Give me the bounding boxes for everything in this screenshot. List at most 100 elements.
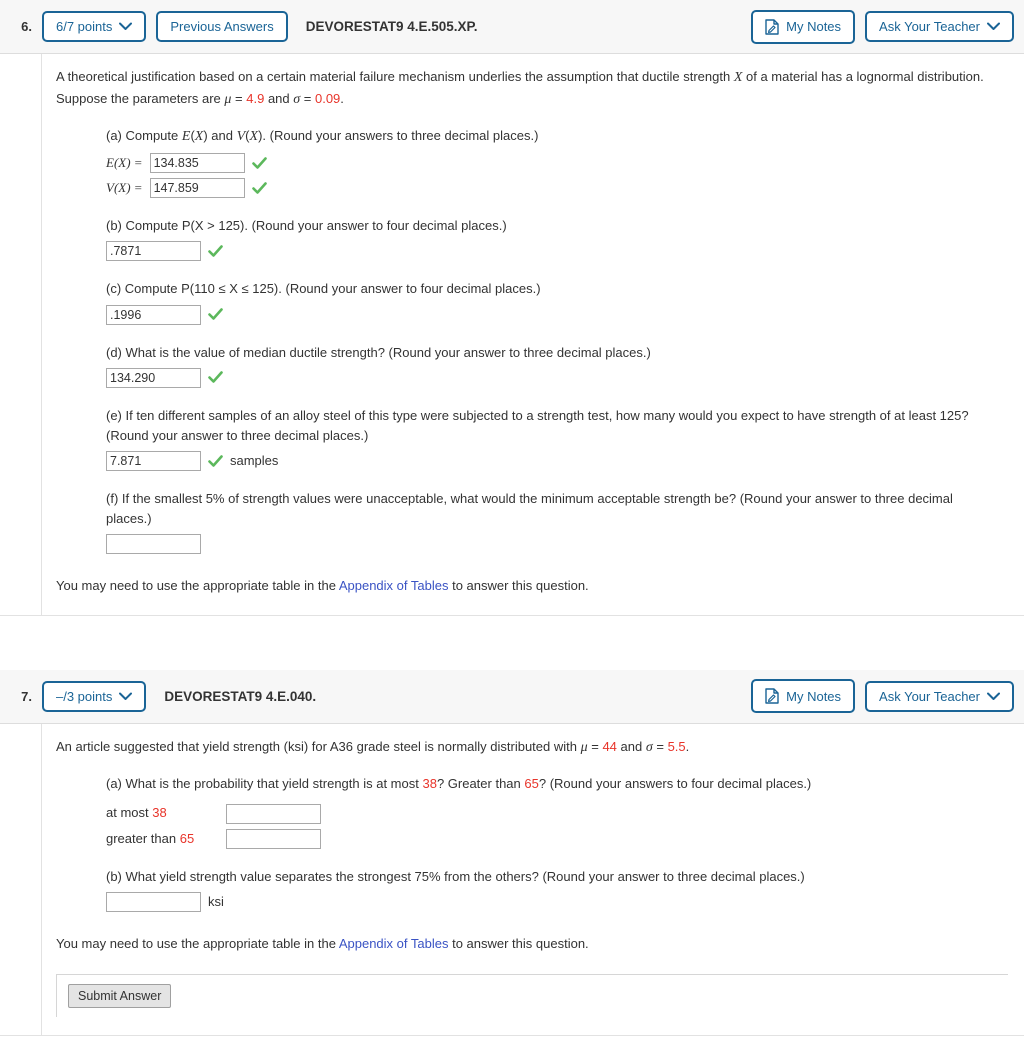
stem7-eq1: =: [587, 738, 603, 754]
part-f-input[interactable]: [106, 534, 201, 555]
question-7-gutter: [0, 723, 42, 1036]
part7-a-prompt-3: ? (Round your answers to four decimal pl…: [538, 776, 812, 792]
part-b-input[interactable]: [106, 241, 201, 262]
ask-your-teacher-button-6[interactable]: Ask Your Teacher: [865, 11, 1014, 42]
chevron-down-icon: [987, 692, 1000, 701]
question-6-content: A theoretical justification based on a c…: [42, 54, 1024, 615]
chevron-down-icon: [987, 22, 1000, 31]
question-6-stem: A theoretical justification based on a c…: [56, 67, 1008, 110]
check-mark-icon: [208, 454, 223, 469]
appendix-of-tables-link-7[interactable]: Appendix of Tables: [339, 936, 449, 951]
appendix-of-tables-link-6[interactable]: Appendix of Tables: [339, 578, 449, 593]
question-6-code: DEVORESTAT9 4.E.505.XP.: [305, 19, 478, 34]
part7-a-v65: 65: [524, 776, 539, 792]
part7-a-atmost-input[interactable]: [226, 803, 321, 824]
part7-a-row1-label: at most 38: [106, 803, 226, 823]
part-a-vx-input[interactable]: [149, 178, 245, 199]
question-6-part-f: (f) If the smallest 5% of strength value…: [106, 489, 988, 555]
points-dropdown-6[interactable]: 6/7 points: [42, 11, 147, 42]
question-7-part-a: (a) What is the probability that yield s…: [106, 774, 1008, 849]
part-e-unit: samples: [230, 453, 279, 469]
assignment-page: 6. 6/7 points Previous Answers DEVORESTA…: [0, 0, 1024, 1052]
stem7-text-1: An article suggested that yield strength…: [56, 738, 581, 754]
check-mark-icon: [208, 307, 223, 322]
part-c-prompt: (c) Compute P(110 ≤ X ≤ 125). (Round you…: [106, 281, 541, 297]
part-b-prompt: (b) Compute P(X > 125). (Round your answ…: [106, 218, 507, 234]
question-6-number: 6.: [21, 19, 32, 34]
part7-a-greaterthan-input[interactable]: [226, 828, 321, 849]
my-notes-label-6: My Notes: [786, 19, 842, 34]
part-f-prompt: (f) If the smallest 5% of strength value…: [106, 491, 953, 527]
points-label-7: –/3 points: [56, 688, 113, 704]
stem7-eq2: =: [652, 738, 668, 754]
question-7-table-note: You may need to use the appropriate tabl…: [56, 934, 1008, 954]
part-e-input[interactable]: [106, 451, 201, 472]
part-a-px4: ). (Round your answers to three decimal …: [258, 128, 539, 144]
stem-eq1: =: [231, 90, 247, 106]
question-7-header: 7. –/3 points DEVORESTAT9 4.E.040. My No…: [0, 669, 1024, 724]
ask-teacher-label-7: Ask Your Teacher: [879, 688, 980, 704]
my-notes-label-7: My Notes: [786, 688, 842, 704]
stem-and: and: [264, 90, 294, 106]
part-a-ex-label: E(X) =: [106, 155, 143, 171]
question-6-table-note: You may need to use the appropriate tabl…: [56, 576, 1008, 596]
part-b-row: [106, 241, 1008, 262]
stem7-period: .: [685, 738, 690, 754]
part-a-vx-label: V(X) =: [106, 180, 143, 196]
part7-a-row2-num: 65: [179, 830, 195, 846]
stem-mu-value: 4.9: [246, 90, 265, 106]
part7-a-row1-num: 38: [152, 805, 167, 821]
stem7-and: and: [616, 738, 646, 754]
check-mark-icon: [208, 370, 223, 385]
my-notes-button-7[interactable]: My Notes: [751, 679, 856, 714]
part-a-ex-input[interactable]: [149, 153, 245, 174]
part-a-vx: V: [236, 129, 246, 145]
part-c-input[interactable]: [106, 304, 201, 325]
question-7-part-b: (b) What yield strength value separates …: [106, 867, 1008, 912]
part7-a-row2-label: greater than 65: [106, 829, 226, 849]
part7-b-input[interactable]: [106, 891, 201, 912]
chevron-down-icon: [119, 22, 133, 31]
submit-answer-button[interactable]: Submit Answer: [68, 984, 172, 1009]
part-a-prompt-1: (a) Compute: [106, 128, 182, 144]
part7-a-prompt-2: ? Greater than: [436, 776, 525, 792]
submit-panel-wrap: Submit Answer: [56, 954, 1008, 1018]
ask-teacher-label-6: Ask Your Teacher: [879, 19, 980, 34]
part7-b-prompt: (b) What yield strength value separates …: [106, 868, 805, 884]
part7-b-row: ksi: [106, 891, 1008, 912]
points-label-6: 6/7 points: [56, 19, 113, 34]
note-before: You may need to use the appropriate tabl…: [56, 578, 339, 594]
card-separator-gap: [0, 615, 1024, 670]
ask-your-teacher-button-7[interactable]: Ask Your Teacher: [865, 680, 1014, 712]
part-d-row: [106, 367, 1008, 388]
my-notes-button-6[interactable]: My Notes: [751, 9, 856, 44]
check-mark-icon: [251, 181, 267, 196]
stem7-sigma-value: 5.5: [667, 738, 686, 754]
question-6-header: 6. 6/7 points Previous Answers DEVORESTA…: [0, 0, 1024, 54]
question-6-part-d: (d) What is the value of median ductile …: [106, 343, 1008, 388]
check-mark-icon: [251, 156, 267, 171]
part-c-row: [106, 304, 1008, 325]
points-dropdown-7[interactable]: –/3 points: [42, 680, 147, 712]
part-a-prompt: (a) Compute E(X) and V(X). (Round your a…: [106, 126, 1008, 148]
part7-a-row2-pre: greater than: [106, 830, 180, 846]
question-7-body: An article suggested that yield strength…: [0, 723, 1024, 1037]
part7-b-unit: ksi: [208, 893, 224, 909]
stem7-mu: μ: [580, 739, 588, 755]
previous-answers-button-6[interactable]: Previous Answers: [156, 11, 288, 42]
part7-a-answer-rows: at most 38 greater than 65: [106, 803, 1008, 849]
question-7-number: 7.: [21, 688, 32, 704]
submit-panel-rule: [181, 974, 1008, 976]
question-6-part-a: (a) Compute E(X) and V(X). (Round your a…: [106, 126, 1008, 199]
question-7-stem: An article suggested that yield strength…: [56, 737, 1008, 759]
part-d-prompt: (d) What is the value of median ductile …: [106, 344, 651, 360]
part-d-input[interactable]: [106, 367, 201, 388]
part7-a-prompt: (a) What is the probability that yield s…: [106, 774, 1008, 794]
note-after: to answer this question.: [448, 578, 589, 594]
previous-answers-label: Previous Answers: [170, 19, 274, 34]
submit-panel: Submit Answer: [56, 974, 184, 1018]
chevron-down-icon: [119, 692, 133, 701]
page-bottom-gap: [0, 1036, 1024, 1052]
question-6-body: A theoretical justification based on a c…: [0, 54, 1024, 616]
question-6-header-actions: My Notes Ask Your Teacher: [751, 9, 1014, 44]
